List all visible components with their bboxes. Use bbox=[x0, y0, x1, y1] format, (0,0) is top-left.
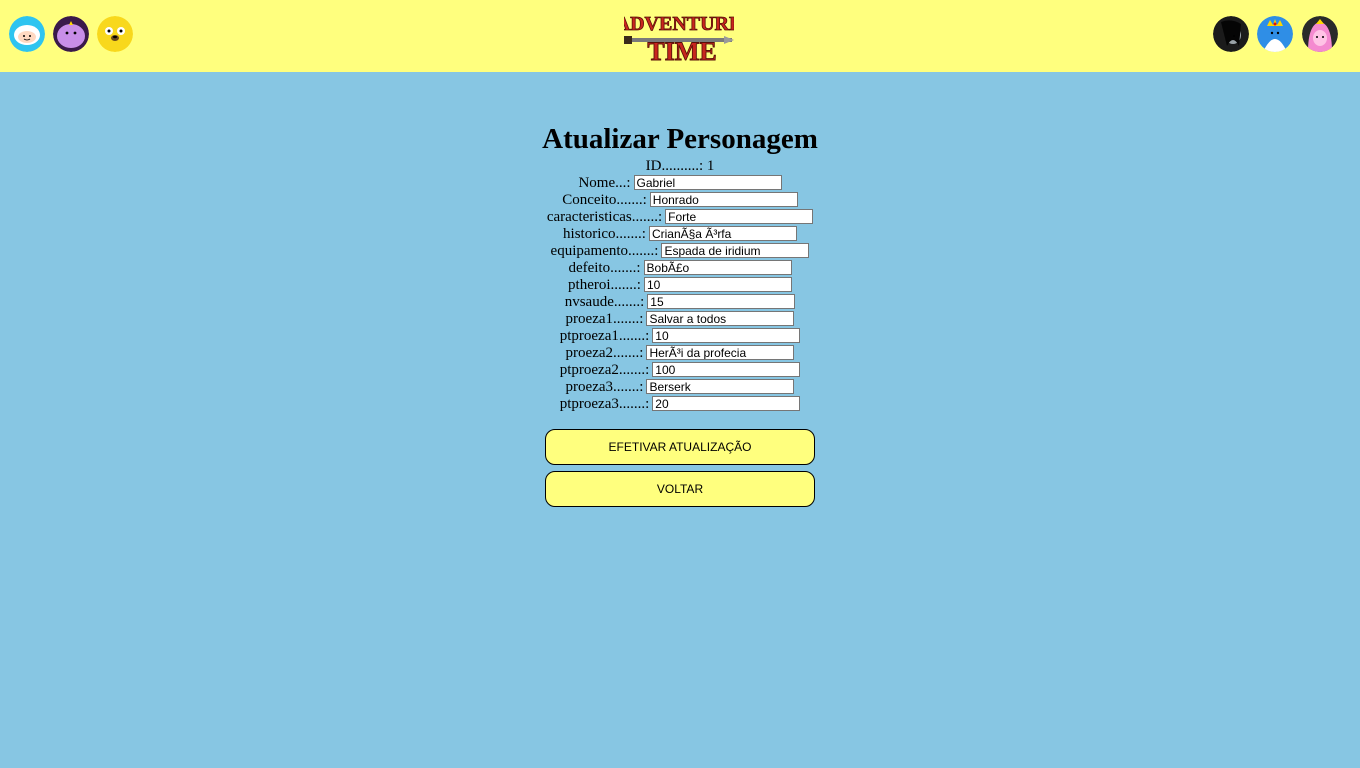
form-row: Conceito.......: bbox=[0, 192, 1360, 209]
princess-bubblegum-avatar-icon[interactable] bbox=[1302, 16, 1338, 52]
form-row: defeito.......: bbox=[0, 260, 1360, 277]
field-input[interactable] bbox=[646, 379, 795, 394]
field-label: ptheroi.......: bbox=[568, 277, 641, 293]
field-label: nvsaude.......: bbox=[564, 294, 645, 310]
field-input[interactable] bbox=[649, 192, 798, 207]
field-input[interactable] bbox=[661, 243, 810, 258]
form-row: nvsaude.......: bbox=[0, 294, 1360, 311]
field-input[interactable] bbox=[646, 311, 795, 326]
field-label: proeza2.......: bbox=[565, 345, 644, 361]
field-label: Conceito.......: bbox=[562, 192, 647, 208]
field-input[interactable] bbox=[633, 175, 782, 190]
field-input[interactable] bbox=[648, 226, 797, 241]
form-row: Nome...: bbox=[0, 175, 1360, 192]
form-row: ptproeza2.......: bbox=[0, 362, 1360, 379]
field-label: defeito.......: bbox=[568, 260, 641, 276]
top-bar: ADVENTURE TIME bbox=[0, 0, 1360, 72]
field-input[interactable] bbox=[652, 328, 801, 343]
form-row: proeza1.......: bbox=[0, 311, 1360, 328]
submit-update-button[interactable]: EFETIVAR ATUALIZAÇÃO bbox=[545, 429, 815, 465]
back-button[interactable]: VOLTAR bbox=[545, 471, 815, 507]
field-input[interactable] bbox=[652, 396, 801, 411]
update-character-form: Atualizar Personagem ID..........: 1 Nom… bbox=[0, 120, 1360, 507]
form-fields: Nome...:Conceito.......:caracteristicas.… bbox=[0, 175, 1360, 413]
field-input[interactable] bbox=[646, 345, 795, 360]
field-label: ptproeza1.......: bbox=[559, 328, 650, 344]
adventure-time-logo: ADVENTURE TIME bbox=[624, 6, 734, 66]
field-label: proeza3.......: bbox=[565, 379, 644, 395]
field-input[interactable] bbox=[652, 362, 801, 377]
form-row: caracteristicas.......: bbox=[0, 209, 1360, 226]
field-label: Nome...: bbox=[578, 175, 631, 191]
form-row: historico.......: bbox=[0, 226, 1360, 243]
field-label: historico.......: bbox=[563, 226, 646, 242]
marceline-avatar-icon[interactable] bbox=[1213, 16, 1249, 52]
page-title: Atualizar Personagem bbox=[542, 123, 818, 155]
form-row: ptproeza3.......: bbox=[0, 396, 1360, 413]
form-row: ptheroi.......: bbox=[0, 277, 1360, 294]
field-label: caracteristicas.......: bbox=[546, 209, 663, 225]
lumpy-space-princess-avatar-icon[interactable] bbox=[53, 16, 89, 52]
field-label: proeza1.......: bbox=[565, 311, 644, 327]
field-label: ptproeza3.......: bbox=[559, 396, 650, 412]
form-row: ptproeza1.......: bbox=[0, 328, 1360, 345]
jake-avatar-icon[interactable] bbox=[97, 16, 133, 52]
logo-time-word: TIME bbox=[647, 37, 716, 66]
finn-avatar-icon[interactable] bbox=[9, 16, 45, 52]
form-row: equipamento.......: bbox=[0, 243, 1360, 260]
form-row: proeza2.......: bbox=[0, 345, 1360, 362]
field-label: ptproeza2.......: bbox=[559, 362, 650, 378]
form-row: proeza3.......: bbox=[0, 379, 1360, 396]
field-input[interactable] bbox=[647, 294, 796, 309]
ice-king-avatar-icon[interactable] bbox=[1257, 16, 1293, 52]
field-label: equipamento.......: bbox=[550, 243, 659, 259]
field-input[interactable] bbox=[643, 277, 792, 292]
field-input[interactable] bbox=[643, 260, 792, 275]
id-display: ID..........: 1 bbox=[645, 158, 715, 174]
field-input[interactable] bbox=[665, 209, 814, 224]
logo-adventure-word: ADVENTURE bbox=[624, 13, 734, 35]
